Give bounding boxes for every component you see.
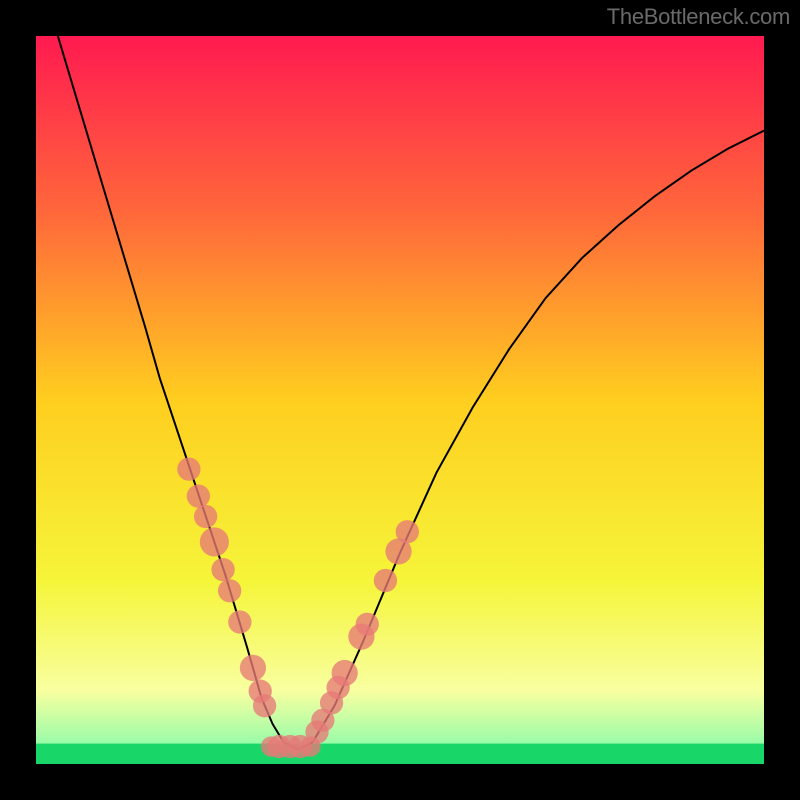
data-marker [240, 655, 266, 681]
data-marker [356, 613, 379, 636]
data-marker [218, 579, 241, 602]
data-marker [374, 569, 397, 592]
data-marker [332, 660, 358, 686]
data-marker [211, 558, 234, 581]
gradient-background [36, 36, 764, 764]
watermark-text: TheBottleneck.com [607, 4, 790, 30]
data-marker [187, 484, 210, 507]
data-marker [396, 520, 419, 543]
data-marker [228, 610, 251, 633]
plot-area [36, 36, 764, 764]
figure-frame: TheBottleneck.com [0, 0, 800, 800]
data-marker [200, 527, 229, 556]
data-marker [253, 694, 276, 717]
green-band [36, 744, 764, 764]
data-marker [177, 458, 200, 481]
data-marker [194, 505, 217, 528]
chart-svg [36, 36, 764, 764]
